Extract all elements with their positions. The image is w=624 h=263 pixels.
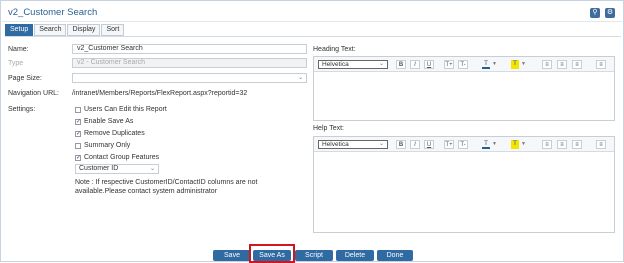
type-label: Type — [8, 60, 24, 67]
setting-label: Users Can Edit this Report — [84, 106, 167, 113]
window-title: v2_Customer Search — [8, 7, 98, 18]
font-select-value: Helvetica — [322, 61, 349, 68]
align-center-icon[interactable]: ≡ — [557, 140, 567, 149]
customer-id-select-value: Customer ID — [79, 165, 119, 172]
justify-icon[interactable]: ≡ — [596, 140, 606, 149]
underline-button[interactable]: U — [424, 60, 434, 69]
align-left-icon[interactable]: ≡ — [542, 140, 552, 149]
highlight-color-button[interactable]: T — [511, 140, 519, 149]
subscript-button[interactable]: T- — [458, 140, 468, 149]
setting-label: Enable Save As — [84, 118, 134, 125]
heading-editor-toolbar: Helvetica ⌄ B I U T+ T- T ▼ T ▼ ≡ ≡ ≡ ≡ — [314, 57, 614, 72]
setting-remove-duplicates[interactable]: ✓ Remove Duplicates — [75, 130, 145, 137]
type-input: v2 - Customer Search — [72, 58, 307, 68]
checkbox-checked[interactable]: ✓ — [75, 154, 81, 161]
help-text-editor[interactable]: Helvetica ⌄ B I U T+ T- T ▼ T ▼ ≡ ≡ ≡ ≡ — [313, 136, 615, 233]
tab-display[interactable]: Display — [67, 24, 101, 36]
text-color-button[interactable]: T — [482, 60, 490, 69]
delete-button[interactable]: Delete — [336, 250, 374, 261]
checkbox[interactable] — [75, 106, 81, 113]
chevron-down-icon[interactable]: ▼ — [521, 60, 526, 69]
align-right-icon[interactable]: ≡ — [572, 60, 582, 69]
align-right-icon[interactable]: ≡ — [572, 140, 582, 149]
setting-label: Contact Group Features — [84, 154, 160, 161]
navigation-url-value: /intranet/Members/Reports/FlexReport.asp… — [72, 90, 248, 97]
align-center-icon[interactable]: ≡ — [557, 60, 567, 69]
settings-label: Settings: — [8, 106, 36, 113]
text-color-button[interactable]: T — [482, 140, 490, 149]
italic-button[interactable]: I — [410, 140, 420, 149]
font-select[interactable]: Helvetica ⌄ — [318, 140, 388, 149]
highlight-box — [249, 244, 295, 263]
setting-label: Remove Duplicates — [84, 130, 145, 137]
heading-text-label: Heading Text: — [313, 46, 356, 53]
checkbox[interactable] — [75, 142, 81, 149]
search-icon[interactable]: ⚲ — [590, 8, 600, 18]
tab-search[interactable]: Search — [34, 24, 67, 36]
setting-contact-group-features[interactable]: ✓ Contact Group Features — [75, 154, 159, 161]
tab-divider — [5, 36, 621, 37]
italic-button[interactable]: I — [410, 60, 420, 69]
chevron-down-icon: ⌄ — [297, 75, 303, 81]
checkbox-checked[interactable]: ✓ — [75, 118, 81, 125]
customer-id-select[interactable]: Customer ID ⌄ — [75, 164, 159, 174]
setting-label: Summary Only — [84, 142, 131, 149]
setting-summary-only[interactable]: Summary Only — [75, 142, 130, 149]
settings-icon[interactable]: ⚙ — [605, 8, 615, 18]
checkbox-checked[interactable]: ✓ — [75, 130, 81, 137]
bold-button[interactable]: B — [396, 140, 406, 149]
page-size-select[interactable]: ⌄ — [72, 73, 307, 83]
save-button[interactable]: Save — [213, 250, 251, 261]
chevron-down-icon: ⌄ — [149, 166, 155, 172]
tab-bar: Setup Search Display Sort — [5, 24, 125, 36]
chevron-down-icon: ⌄ — [378, 61, 384, 67]
report-window: v2_Customer Search ⚲ ⚙ Setup Search Disp… — [0, 0, 624, 263]
chevron-down-icon: ⌄ — [378, 141, 384, 147]
superscript-button[interactable]: T+ — [444, 60, 454, 69]
heading-text-editor[interactable]: Helvetica ⌄ B I U T+ T- T ▼ T ▼ ≡ ≡ ≡ ≡ — [313, 56, 615, 121]
name-label: Name: — [8, 46, 29, 53]
script-button[interactable]: Script — [295, 250, 333, 261]
subscript-button[interactable]: T- — [458, 60, 468, 69]
help-text-label: Help Text: — [313, 125, 344, 132]
setting-enable-save-as[interactable]: ✓ Enable Save As — [75, 118, 133, 125]
bold-button[interactable]: B — [396, 60, 406, 69]
chevron-down-icon[interactable]: ▼ — [492, 140, 497, 149]
setting-users-can-edit[interactable]: Users Can Edit this Report — [75, 106, 167, 113]
justify-icon[interactable]: ≡ — [596, 60, 606, 69]
help-editor-toolbar: Helvetica ⌄ B I U T+ T- T ▼ T ▼ ≡ ≡ ≡ ≡ — [314, 137, 614, 152]
navigation-url-label: Navigation URL: — [8, 90, 59, 97]
font-select[interactable]: Helvetica ⌄ — [318, 60, 388, 69]
align-left-icon[interactable]: ≡ — [542, 60, 552, 69]
page-size-label: Page Size: — [8, 75, 42, 82]
highlight-color-button[interactable]: T — [511, 60, 519, 69]
tab-sort[interactable]: Sort — [101, 24, 125, 36]
name-input[interactable]: v2_Customer Search — [72, 44, 307, 54]
chevron-down-icon[interactable]: ▼ — [492, 60, 497, 69]
note-text: Note : If respective CustomerID/ContactI… — [75, 179, 258, 195]
chevron-down-icon[interactable]: ▼ — [521, 140, 526, 149]
title-bar: v2_Customer Search ⚲ ⚙ — [2, 2, 622, 22]
underline-button[interactable]: U — [424, 140, 434, 149]
done-button[interactable]: Done — [377, 250, 413, 261]
superscript-button[interactable]: T+ — [444, 140, 454, 149]
font-select-value: Helvetica — [322, 141, 349, 148]
tab-setup[interactable]: Setup — [5, 24, 34, 36]
